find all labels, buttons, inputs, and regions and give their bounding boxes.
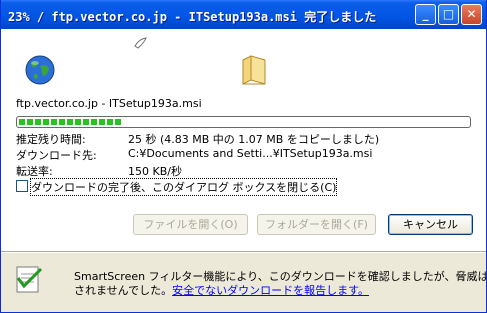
- flying-paper-icon: [134, 37, 147, 49]
- remaining-time-label: 推定残り時間:: [16, 133, 86, 146]
- download-progress-bar: [16, 116, 471, 128]
- progress-fill: [19, 119, 122, 125]
- close-button[interactable]: ✕: [461, 4, 482, 25]
- download-dialog: 23% / ftp.vector.co.jp - ITSetup193a.msi…: [0, 0, 487, 313]
- separator: [1, 251, 486, 253]
- open-file-button[interactable]: ファイルを開く(O): [133, 214, 248, 235]
- globe-icon: [25, 55, 55, 85]
- transfer-rate-value: 150 KB/秒: [128, 165, 182, 178]
- cancel-button[interactable]: キャンセル: [388, 214, 473, 235]
- smartscreen-message-tail: されませんでした。: [74, 284, 173, 297]
- download-source: ftp.vector.co.jp - ITSetup193a.msi: [16, 97, 202, 110]
- smartscreen-message-line2: されませんでした。安全でないダウンロードを報告します。: [74, 282, 369, 298]
- destination-value: C:¥Documents and Setti...¥ITSetup193a.ms…: [128, 147, 373, 160]
- remaining-time-value: 25 秒 (4.83 MB 中の 1.07 MB をコピーしました): [128, 133, 380, 146]
- title-bar[interactable]: 23% / ftp.vector.co.jp - ITSetup193a.msi…: [1, 0, 486, 29]
- destination-label: ダウンロード先:: [16, 149, 97, 162]
- close-on-complete-label[interactable]: ダウンロードの完了後、このダイアログ ボックスを閉じる(C): [29, 178, 338, 196]
- close-on-complete-checkbox[interactable]: [16, 180, 28, 192]
- maximize-button[interactable]: □: [438, 4, 459, 25]
- folder-icon: [242, 55, 266, 85]
- minimize-button[interactable]: _: [415, 4, 436, 25]
- report-unsafe-download-link[interactable]: 安全でないダウンロードを報告します。: [172, 284, 369, 297]
- window-title: 23% / ftp.vector.co.jp - ITSetup193a.msi…: [8, 10, 377, 24]
- smartscreen-shield-icon: [16, 266, 43, 293]
- open-folder-button[interactable]: フォルダーを開く(F): [257, 214, 376, 235]
- transfer-rate-label: 転送率:: [16, 165, 53, 178]
